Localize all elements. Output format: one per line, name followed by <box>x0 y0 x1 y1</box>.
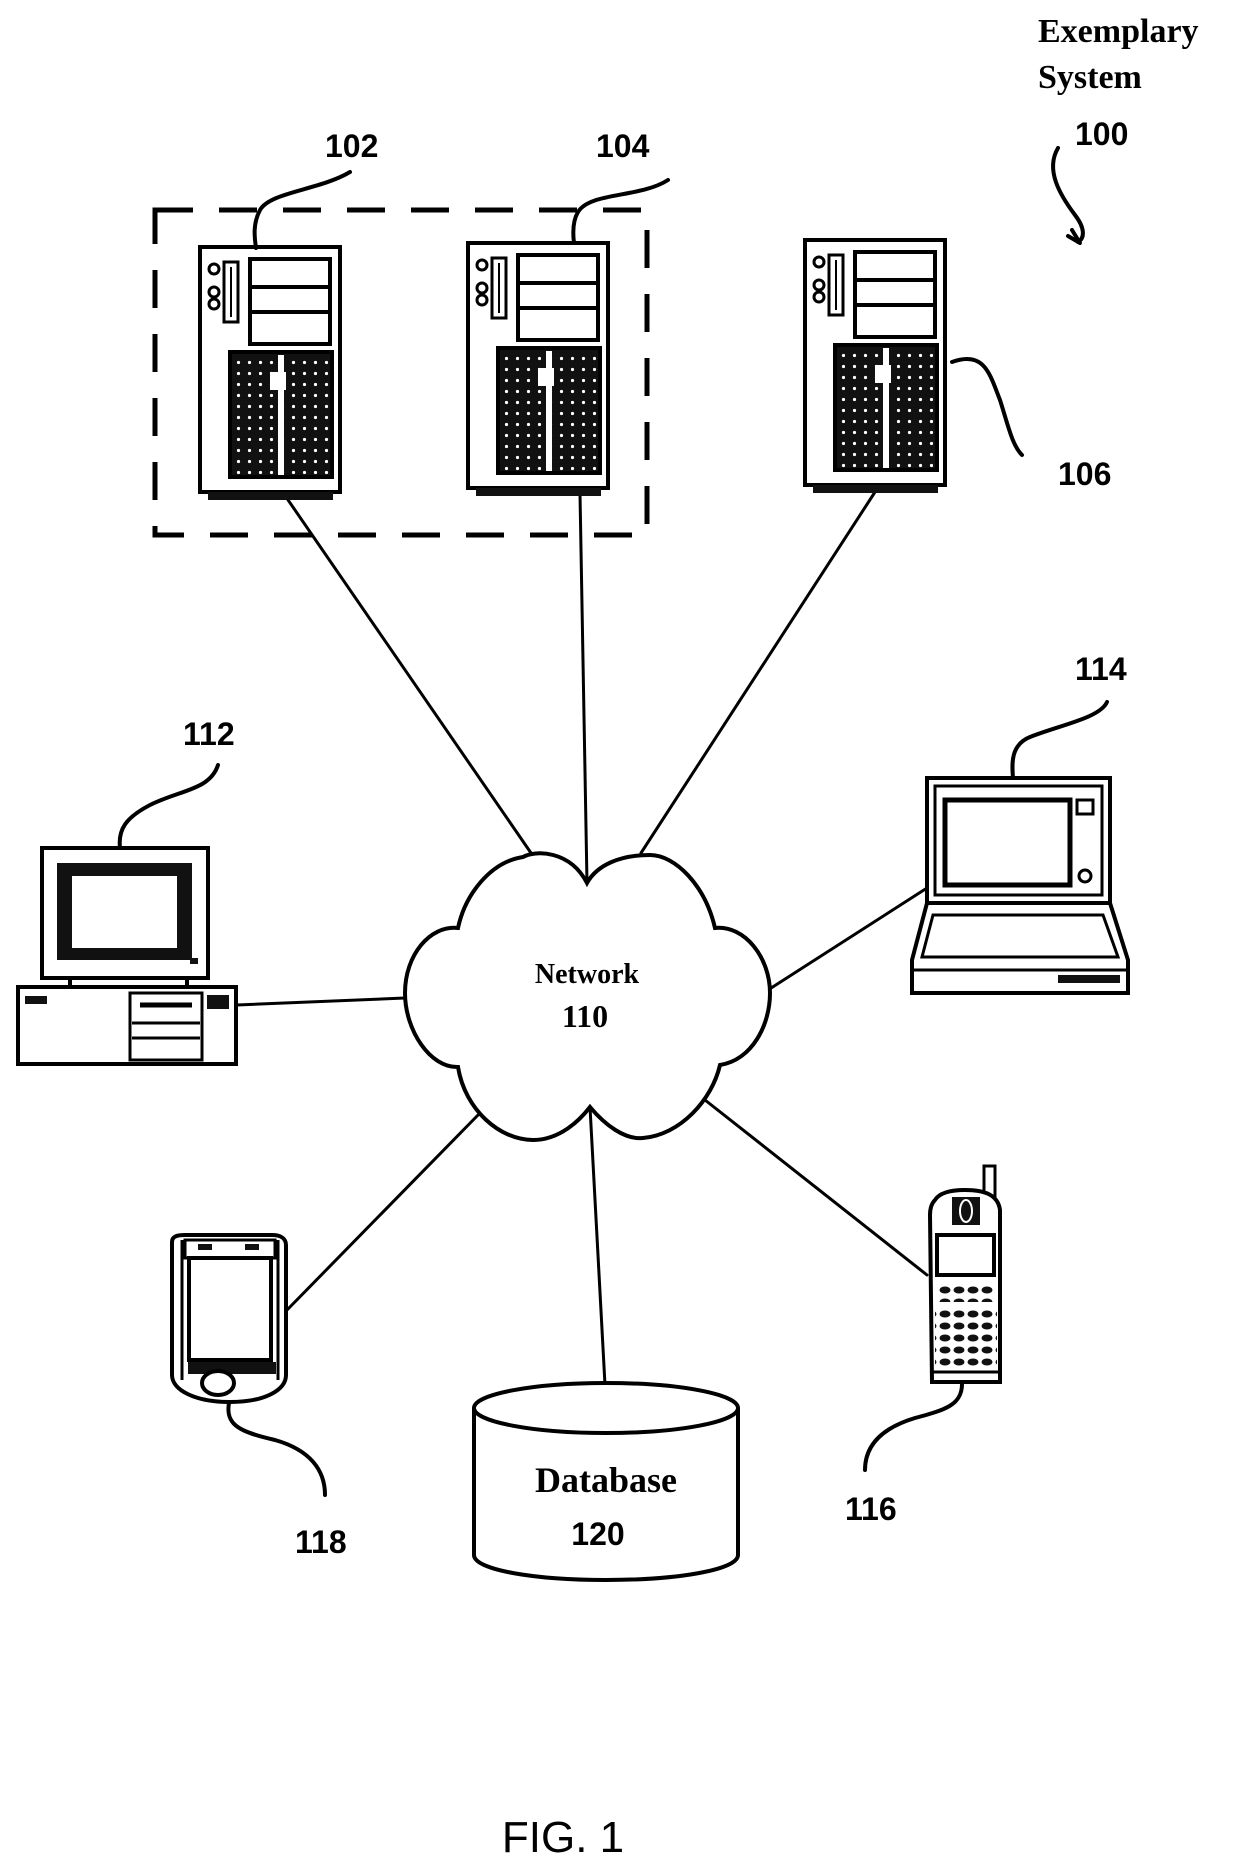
server-104: 104 <box>466 128 670 498</box>
database-ref: 120 <box>571 1516 624 1552</box>
desktop-112-label: 112 <box>183 716 235 752</box>
desktop-computer-icon <box>16 846 238 1066</box>
network-110: Network 110 <box>402 851 773 1143</box>
server-tower-icon <box>803 238 947 495</box>
laptop-114: 114 <box>910 651 1130 995</box>
laptop-icon <box>910 776 1130 995</box>
server-106-label: 106 <box>1058 456 1111 492</box>
phone-116: 116 <box>845 1164 1002 1527</box>
link-118-network <box>285 1111 482 1312</box>
server-tower-icon <box>198 245 342 502</box>
leader-116 <box>863 1382 964 1472</box>
network-label: Network <box>535 959 640 990</box>
system-diagram: Exemplary System 100 102 104 106 Network… <box>16 13 1199 1862</box>
leader-118 <box>226 1401 327 1497</box>
pda-icon <box>170 1233 288 1405</box>
link-112-network <box>235 996 407 1007</box>
link-120-network <box>588 1105 607 1387</box>
database-120: Database 120 <box>472 1381 740 1583</box>
link-104-network <box>578 492 589 885</box>
network-ref: 110 <box>562 998 608 1034</box>
figure-title: Exemplary System 100 <box>1038 13 1199 245</box>
pda-118: 118 <box>170 1233 347 1560</box>
laptop-114-label: 114 <box>1075 651 1127 687</box>
leader-114 <box>1010 700 1109 780</box>
desktop-112: 112 <box>16 716 238 1066</box>
phone-116-label: 116 <box>845 1491 897 1527</box>
title-line-1: Exemplary <box>1038 13 1199 50</box>
figure-caption: FIG. 1 <box>502 1813 624 1862</box>
database-label: Database <box>535 1460 677 1500</box>
title-line-2: System <box>1038 59 1142 96</box>
server-tower-icon <box>466 241 610 498</box>
server-102-label: 102 <box>325 128 378 164</box>
link-114-network <box>766 886 929 992</box>
system-ref-label: 100 <box>1075 116 1128 152</box>
leader-112 <box>117 763 220 850</box>
server-104-label: 104 <box>596 128 650 164</box>
system-ref-arrow-icon <box>1051 146 1085 245</box>
link-102-network <box>284 495 533 855</box>
server-106: 106 <box>803 238 1111 495</box>
mobile-phone-icon <box>927 1164 1002 1384</box>
link-106-network <box>639 490 877 855</box>
cloud-icon <box>402 851 773 1143</box>
pda-118-label: 118 <box>295 1524 347 1560</box>
server-102: 102 <box>198 128 378 502</box>
leader-106 <box>950 356 1024 457</box>
link-116-network <box>703 1098 929 1277</box>
